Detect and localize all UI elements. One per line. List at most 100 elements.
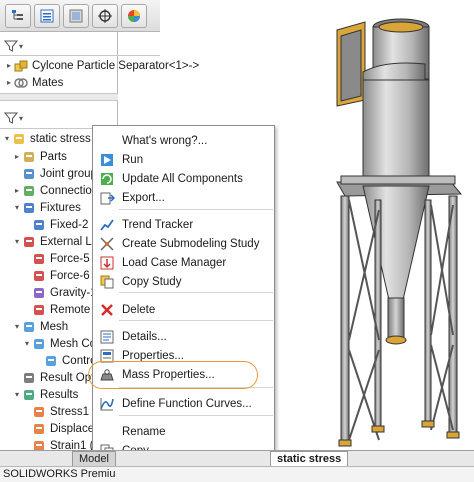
study-tree-item[interactable]: ▸ Parts bbox=[12, 148, 67, 165]
mates-folder[interactable]: ▸ Mates bbox=[4, 74, 63, 91]
study-tree-item[interactable]: ▾ Mesh bbox=[12, 318, 68, 335]
menu-item-label: Details... bbox=[122, 331, 167, 343]
menu-item-label: Create Submodeling Study bbox=[122, 238, 260, 250]
menu-item-what-s-wrong[interactable]: What's wrong?... bbox=[93, 132, 274, 150]
menu-separator bbox=[119, 292, 273, 293]
connections-icon bbox=[24, 185, 34, 196]
study-tree-item[interactable]: Joint group bbox=[12, 165, 97, 182]
expand-caret-icon[interactable]: ▸ bbox=[12, 152, 22, 161]
study-warning-icon bbox=[14, 133, 24, 144]
filter-icon bbox=[4, 112, 18, 124]
menu-item-run[interactable]: Run bbox=[93, 151, 274, 169]
study-tree-item[interactable]: Control bbox=[34, 352, 99, 369]
chevron-down-icon: ▾ bbox=[19, 113, 24, 123]
chevron-down-icon: ▾ bbox=[19, 41, 24, 51]
function-curves-icon bbox=[100, 398, 114, 411]
model-tree-root[interactable]: ▸ Cylcone Particle Separator<1>-> bbox=[4, 57, 199, 74]
trend-tracker-icon bbox=[100, 219, 114, 231]
tab-static-stress[interactable]: static stress bbox=[270, 451, 349, 467]
menu-item-label: Run bbox=[122, 154, 144, 166]
menu-item-update-all-components[interactable]: Update All Components bbox=[93, 170, 274, 188]
menu-item-export[interactable]: Export... bbox=[93, 189, 274, 207]
result-options-icon bbox=[24, 372, 34, 383]
menu-item-create-submodeling-study[interactable]: Create Submodeling Study bbox=[93, 235, 274, 253]
feature-manager-tab[interactable] bbox=[5, 4, 31, 28]
filter-icon bbox=[4, 40, 18, 52]
tab-model[interactable]: Model bbox=[72, 451, 116, 467]
study-tree-item[interactable]: ▸ Connections bbox=[12, 182, 104, 199]
remote-load-icon bbox=[34, 304, 44, 315]
property-manager-tab[interactable] bbox=[34, 4, 60, 28]
mass-properties-icon bbox=[100, 369, 114, 381]
cyclone-separator-model[interactable] bbox=[275, 0, 474, 450]
context-menu: What's wrong?... Run Update All Components… bbox=[92, 125, 275, 480]
menu-item-trend-tracker[interactable]: Trend Tracker bbox=[93, 216, 274, 234]
menu-item-mass-properties[interactable]: Mass Properties... bbox=[93, 366, 274, 384]
expand-caret-icon[interactable]: ▸ bbox=[12, 186, 22, 195]
model-tree-root-label: Cylcone Particle Separator<1>-> bbox=[32, 59, 200, 72]
expand-caret-icon[interactable]: ▾ bbox=[12, 322, 22, 331]
menu-item-label: Delete bbox=[122, 304, 156, 316]
menu-item-define-function-curves[interactable]: Define Function Curves... bbox=[93, 395, 274, 413]
menu-item-load-case-manager[interactable]: Load Case Manager bbox=[93, 254, 274, 272]
display-manager-tab[interactable] bbox=[121, 4, 147, 28]
expand-caret-icon[interactable]: ▾ bbox=[12, 390, 22, 399]
mates-label: Mates bbox=[32, 76, 64, 89]
menu-item-details[interactable]: Details... bbox=[93, 328, 274, 346]
external-loads-icon bbox=[24, 236, 34, 247]
expand-caret-icon[interactable]: ▾ bbox=[12, 237, 22, 246]
fixtures-icon bbox=[24, 202, 34, 213]
menu-separator bbox=[119, 387, 273, 388]
study-tree-item[interactable]: ▾ Results bbox=[12, 386, 78, 403]
gravity-icon bbox=[34, 287, 44, 298]
menu-item-copy-study[interactable]: Copy Study bbox=[93, 273, 274, 291]
menu-separator bbox=[119, 415, 273, 416]
expand-caret-icon[interactable]: ▸ bbox=[4, 78, 14, 87]
study-tree-item[interactable]: ▾ Fixtures bbox=[12, 199, 81, 216]
dimxpert-tab[interactable] bbox=[92, 4, 118, 28]
model-tree-filter[interactable]: ▾ bbox=[0, 36, 118, 56]
fixed-icon bbox=[34, 219, 44, 230]
menu-item-label: Load Case Manager bbox=[122, 257, 227, 269]
joint-group-icon bbox=[24, 168, 34, 179]
configuration-manager-icon bbox=[69, 9, 83, 23]
menu-item-label: Define Function Curves... bbox=[122, 398, 252, 410]
menu-item-label: Update All Components bbox=[122, 173, 243, 185]
expand-caret-icon[interactable]: ▾ bbox=[2, 134, 12, 143]
expand-caret-icon[interactable]: ▸ bbox=[4, 61, 14, 70]
status-bar: SOLIDWORKS Premiu bbox=[0, 466, 474, 482]
study-tabs-bar: Model static stress bbox=[0, 450, 474, 467]
menu-item-label: Rename bbox=[122, 426, 166, 438]
panel-splitter[interactable] bbox=[0, 93, 118, 101]
feature-tree-icon bbox=[12, 10, 23, 20]
menu-item-properties[interactable]: Properties... bbox=[93, 347, 274, 365]
expand-caret-icon[interactable]: ▾ bbox=[12, 203, 22, 212]
study-tree-item-label: Results bbox=[40, 388, 79, 401]
menu-item-rename[interactable]: Rename bbox=[93, 423, 274, 441]
crosshair-icon bbox=[98, 9, 112, 23]
submodeling-icon bbox=[100, 237, 114, 251]
run-icon bbox=[101, 154, 113, 166]
display-manager-icon bbox=[128, 10, 140, 22]
load-case-icon bbox=[100, 256, 114, 270]
menu-item-delete[interactable]: Delete bbox=[93, 301, 274, 319]
force-icon bbox=[34, 253, 44, 264]
configuration-manager-tab[interactable] bbox=[63, 4, 89, 28]
study-tree-item[interactable]: Fixed-2 bbox=[22, 216, 88, 233]
menu-item-label: Mass Properties... bbox=[122, 369, 215, 381]
manager-toolbar bbox=[0, 0, 160, 32]
stress-plot-icon bbox=[34, 406, 44, 417]
force-icon bbox=[34, 270, 44, 281]
expand-caret-icon[interactable]: ▾ bbox=[22, 339, 32, 348]
graphics-area[interactable] bbox=[275, 0, 474, 450]
study-tree-item-label: Fixtures bbox=[40, 201, 81, 214]
displacement-plot-icon bbox=[34, 423, 44, 434]
mesh-control-icon bbox=[46, 355, 56, 366]
study-tree-item[interactable]: ▾ static stress (-f bbox=[2, 130, 105, 147]
mesh-control-icon bbox=[34, 338, 44, 349]
delete-icon bbox=[101, 304, 113, 316]
status-text: SOLIDWORKS Premiu bbox=[3, 468, 116, 480]
parts-icon bbox=[24, 151, 34, 162]
details-icon bbox=[100, 330, 114, 344]
mesh-icon bbox=[24, 321, 34, 332]
